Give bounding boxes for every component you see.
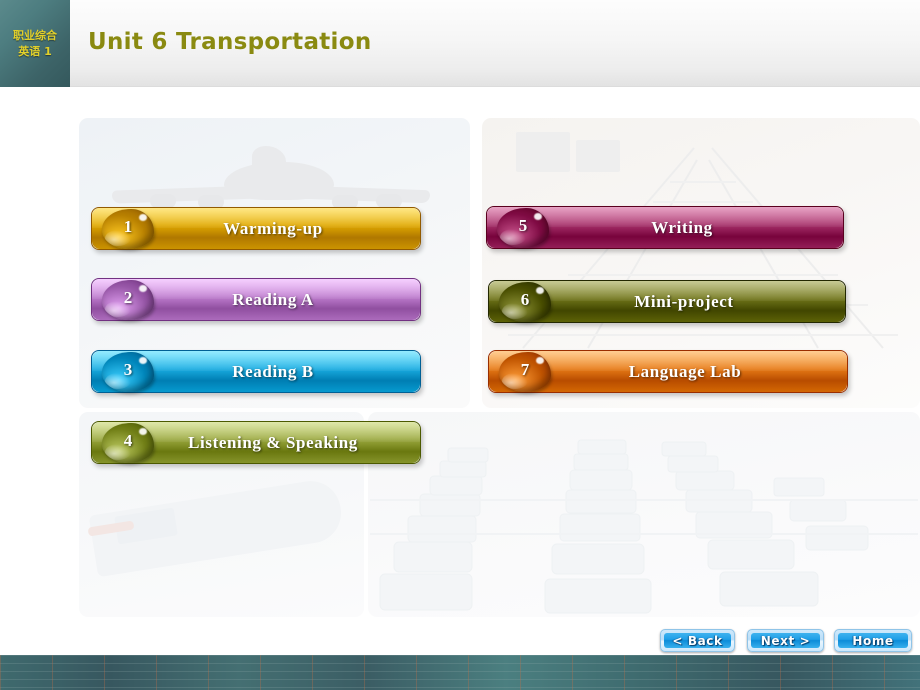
panel-bottom-right <box>368 412 920 617</box>
slide-root: 职业综合 英语 1 Unit 6 Transportation 1 Warmin… <box>0 0 920 690</box>
page-title: Unit 6 Transportation <box>88 29 372 55</box>
home-button-label: Home <box>852 633 894 648</box>
menu-item-mini-project[interactable]: 6 Mini-project <box>488 280 846 323</box>
home-button[interactable]: Home <box>834 629 912 652</box>
menu-item-droplet-icon <box>102 209 154 249</box>
course-logo-line2: 英语 1 <box>18 45 52 58</box>
home-button-face: Home <box>838 633 908 648</box>
menu-item-droplet-icon <box>499 282 551 322</box>
menu-item-droplet-icon <box>497 208 549 248</box>
menu-item-droplet-icon <box>499 352 551 392</box>
menu-item-reading-b[interactable]: 3 Reading B <box>91 350 421 393</box>
menu-item-warming-up[interactable]: 1 Warming-up <box>91 207 421 250</box>
footer-band <box>0 655 920 690</box>
menu-item-reading-a[interactable]: 2 Reading A <box>91 278 421 321</box>
course-logo: 职业综合 英语 1 <box>0 0 70 87</box>
menu-item-language-lab[interactable]: 7 Language Lab <box>488 350 848 393</box>
menu-item-writing[interactable]: 5 Writing <box>486 206 844 249</box>
menu-item-droplet-icon <box>102 352 154 392</box>
next-button-face: Next > <box>751 633 820 648</box>
back-button-face: < Back <box>664 633 731 648</box>
menu-item-droplet-icon <box>102 280 154 320</box>
next-button-label: Next > <box>760 633 811 648</box>
back-button[interactable]: < Back <box>660 629 735 652</box>
menu-item-listening-speaking[interactable]: 4 Listening & Speaking <box>91 421 421 464</box>
back-button-label: < Back <box>672 633 723 648</box>
menu-item-droplet-icon <box>102 423 154 463</box>
next-button[interactable]: Next > <box>747 629 824 652</box>
course-logo-line1: 职业综合 <box>13 29 57 42</box>
